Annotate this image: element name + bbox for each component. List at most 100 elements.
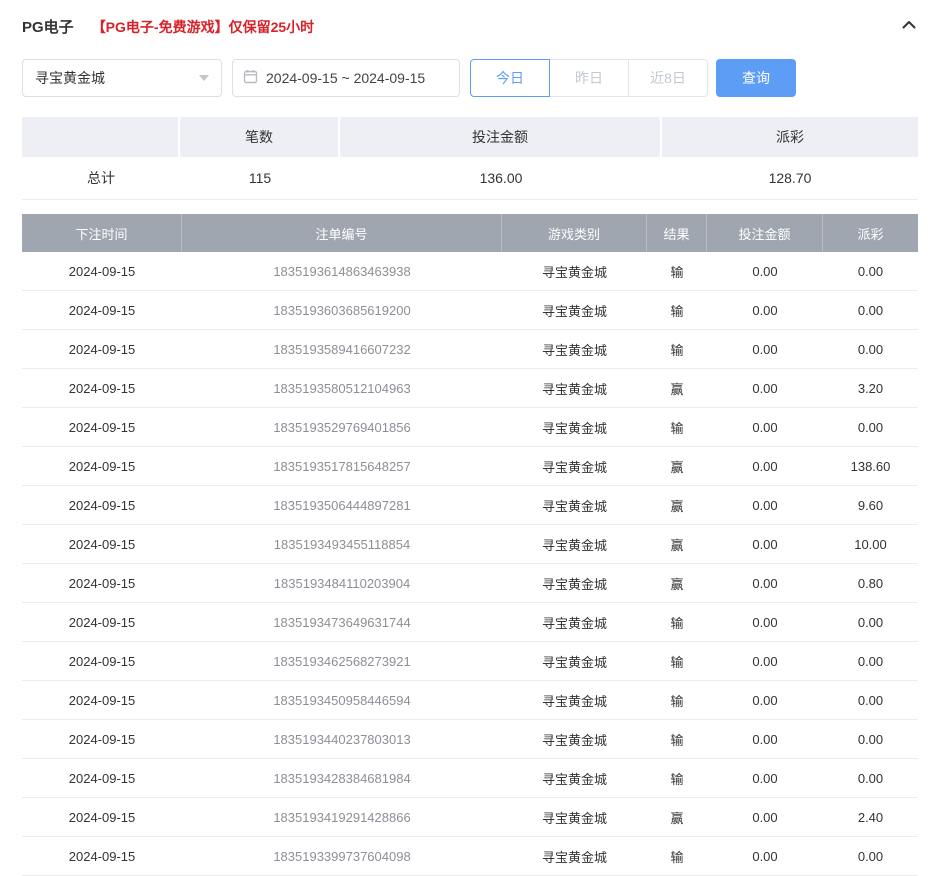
table-cell: 输 (647, 759, 707, 797)
table-cell: 0.00 (707, 330, 823, 368)
chevron-up-icon (900, 16, 918, 37)
date-range-value: 2024-09-15 ~ 2024-09-15 (266, 70, 425, 86)
table-cell: 2024-09-15 (22, 252, 182, 290)
table-row: 2024-09-151835193493455118854寻宝黄金城赢0.001… (22, 525, 918, 564)
table-cell: 0.00 (707, 369, 823, 407)
quick-filter-last8days[interactable]: 近8日 (628, 59, 708, 97)
chevron-down-icon (199, 75, 209, 81)
date-range-input[interactable]: 2024-09-15 ~ 2024-09-15 (232, 59, 460, 97)
summary-total-cell: 136.00 (340, 157, 662, 199)
table-cell: 1835193614863463938 (182, 252, 502, 290)
table-cell: 2024-09-15 (22, 759, 182, 797)
table-cell: 2.40 (823, 798, 918, 836)
table-cell: 2024-09-15 (22, 681, 182, 719)
table-cell: 1835193506444897281 (182, 486, 502, 524)
table-cell: 2024-09-15 (22, 447, 182, 485)
table-cell: 2024-09-15 (22, 330, 182, 368)
column-header: 派彩 (823, 214, 918, 252)
table-cell: 寻宝黄金城 (502, 837, 647, 875)
summary-total-cell: 128.70 (662, 157, 918, 199)
table-cell: 1835193473649631744 (182, 603, 502, 641)
summary-header-cell: 派彩 (662, 117, 918, 157)
table-cell: 0.80 (823, 564, 918, 602)
game-select-value: 寻宝黄金城 (35, 68, 105, 88)
table-cell: 2024-09-15 (22, 642, 182, 680)
summary-total-cell: 115 (180, 157, 340, 199)
table-cell: 1835193580512104963 (182, 369, 502, 407)
table-cell: 0.00 (823, 603, 918, 641)
table-cell: 0.00 (823, 759, 918, 797)
table-cell: 0.00 (707, 447, 823, 485)
search-button[interactable]: 查询 (716, 59, 796, 97)
table-cell: 0.00 (707, 291, 823, 329)
table-cell: 输 (647, 642, 707, 680)
column-header: 下注时间 (22, 214, 182, 252)
bet-records-table: 下注时间注单编号游戏类别结果投注金额派彩 2024-09-15183519361… (22, 214, 918, 876)
table-cell: 赢 (647, 447, 707, 485)
table-cell: 1835193603685619200 (182, 291, 502, 329)
table-row: 2024-09-151835193473649631744寻宝黄金城输0.000… (22, 603, 918, 642)
table-cell: 2024-09-15 (22, 525, 182, 563)
table-cell: 寻宝黄金城 (502, 642, 647, 680)
filter-bar: 寻宝黄金城 2024-09-15 ~ 2024-09-15 今日昨日近8日 查询 (22, 59, 918, 97)
table-cell: 寻宝黄金城 (502, 798, 647, 836)
table-cell: 寻宝黄金城 (502, 564, 647, 602)
table-cell: 1835193517815648257 (182, 447, 502, 485)
summary-header-cell: 笔数 (180, 117, 340, 157)
table-cell: 0.00 (707, 681, 823, 719)
panel-header: PG电子 【PG电子-免费游戏】仅保留25小时 (22, 0, 918, 43)
table-cell: 1835193589416607232 (182, 330, 502, 368)
table-row: 2024-09-151835193419291428866寻宝黄金城赢0.002… (22, 798, 918, 837)
table-cell: 0.00 (707, 408, 823, 446)
summary-header-cell: 投注金额 (340, 117, 662, 157)
table-row: 2024-09-151835193580512104963寻宝黄金城赢0.003… (22, 369, 918, 408)
table-cell: 寻宝黄金城 (502, 681, 647, 719)
quick-filter-yesterday[interactable]: 昨日 (549, 59, 629, 97)
quick-filter-group: 今日昨日近8日 (470, 59, 708, 97)
table-cell: 0.00 (823, 252, 918, 290)
table-cell: 输 (647, 408, 707, 446)
game-select[interactable]: 寻宝黄金城 (22, 59, 222, 97)
table-cell: 0.00 (707, 798, 823, 836)
table-row: 2024-09-151835193440237803013寻宝黄金城输0.000… (22, 720, 918, 759)
calendar-icon (243, 69, 266, 87)
quick-filter-today[interactable]: 今日 (470, 59, 550, 97)
table-cell: 9.60 (823, 486, 918, 524)
column-header: 游戏类别 (502, 214, 647, 252)
collapse-button[interactable] (900, 16, 918, 37)
table-row: 2024-09-151835193450958446594寻宝黄金城输0.000… (22, 681, 918, 720)
table-cell: 2024-09-15 (22, 798, 182, 836)
table-cell: 0.00 (707, 603, 823, 641)
table-cell: 输 (647, 837, 707, 875)
table-cell: 0.00 (707, 486, 823, 524)
table-cell: 0.00 (707, 837, 823, 875)
table-row: 2024-09-151835193603685619200寻宝黄金城输0.000… (22, 291, 918, 330)
table-cell: 0.00 (823, 837, 918, 875)
table-cell: 1835193462568273921 (182, 642, 502, 680)
table-cell: 1835193419291428866 (182, 798, 502, 836)
table-cell: 输 (647, 681, 707, 719)
table-cell: 2024-09-15 (22, 369, 182, 407)
table-cell: 赢 (647, 798, 707, 836)
table-cell: 2024-09-15 (22, 837, 182, 875)
table-cell: 3.20 (823, 369, 918, 407)
table-cell: 寻宝黄金城 (502, 447, 647, 485)
table-cell: 2024-09-15 (22, 291, 182, 329)
table-cell: 寻宝黄金城 (502, 759, 647, 797)
table-cell: 寻宝黄金城 (502, 525, 647, 563)
summary-table: 笔数投注金额派彩 总计115136.00128.70 (22, 117, 918, 200)
table-cell: 输 (647, 603, 707, 641)
table-cell: 0.00 (707, 642, 823, 680)
pg-records-panel: PG电子 【PG电子-免费游戏】仅保留25小时 寻宝黄金城 (0, 0, 940, 876)
panel-title: PG电子 (22, 16, 74, 37)
table-cell: 1835193493455118854 (182, 525, 502, 563)
table-cell: 2024-09-15 (22, 408, 182, 446)
summary-header: 笔数投注金额派彩 (22, 117, 918, 157)
table-cell: 1835193399737604098 (182, 837, 502, 875)
table-row: 2024-09-151835193614863463938寻宝黄金城输0.000… (22, 252, 918, 291)
table-cell: 1835193428384681984 (182, 759, 502, 797)
table-cell: 0.00 (707, 564, 823, 602)
table-cell: 1835193484110203904 (182, 564, 502, 602)
summary-total-cell: 总计 (22, 157, 180, 199)
table-row: 2024-09-151835193589416607232寻宝黄金城输0.000… (22, 330, 918, 369)
